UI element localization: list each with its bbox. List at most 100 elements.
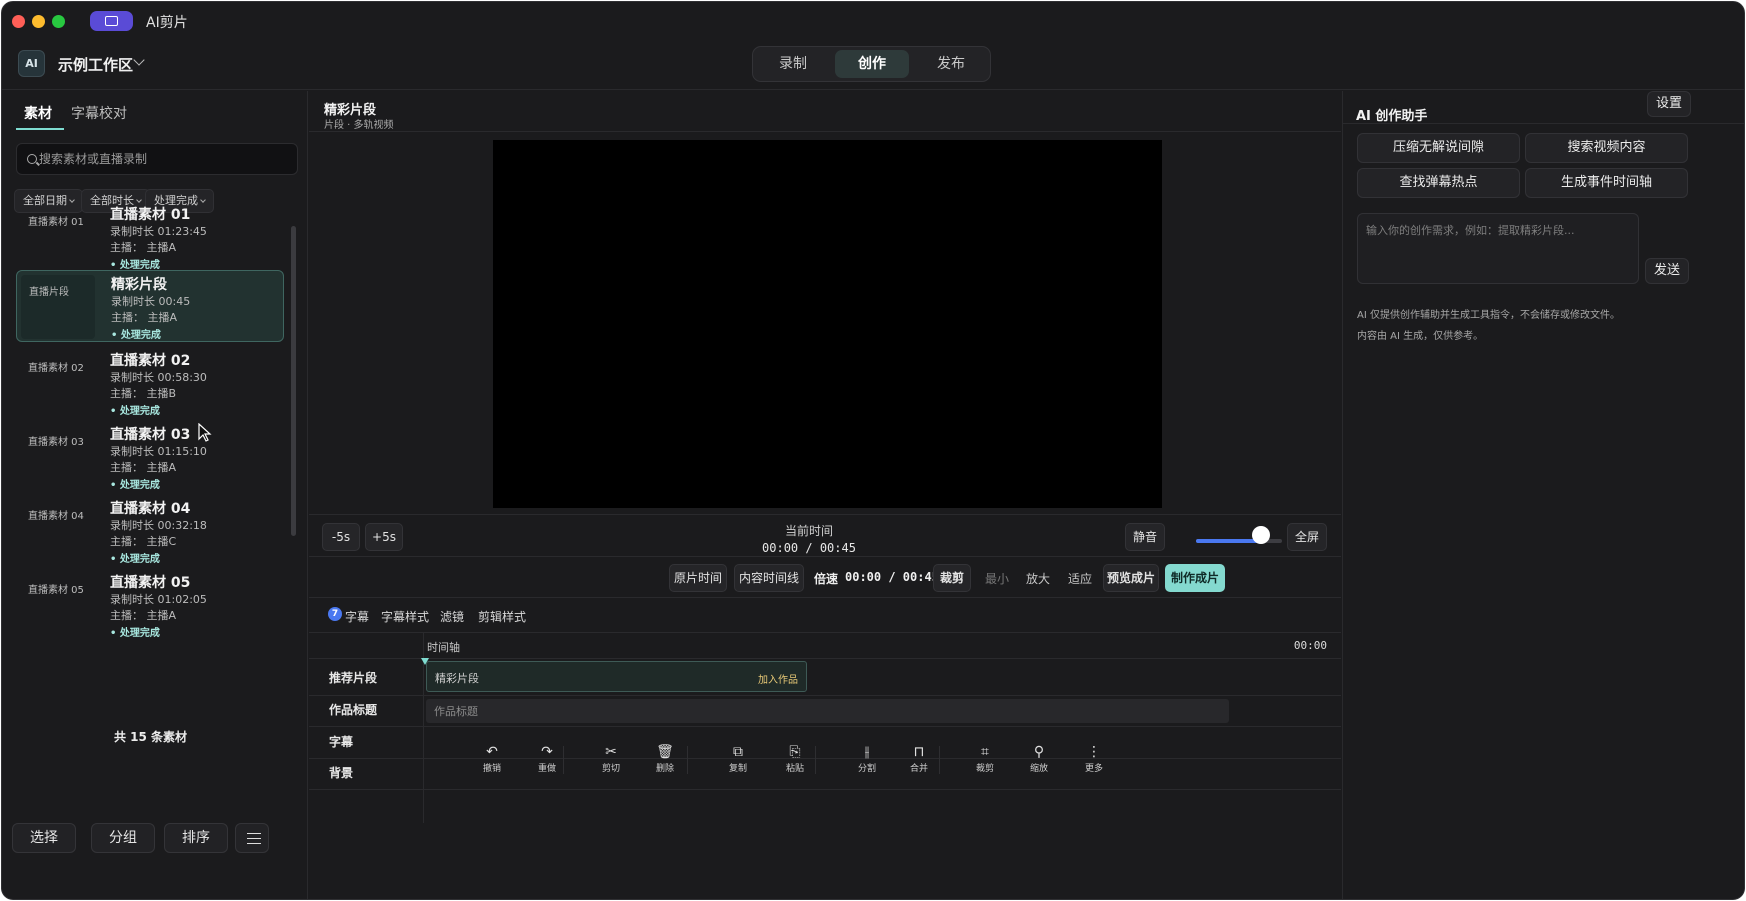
material-name: 精彩片段 — [111, 277, 167, 293]
tab-materials[interactable]: 素材 — [24, 103, 52, 123]
material-duration: 录制时长 00:45 — [111, 295, 191, 308]
tab-record[interactable]: 录制 — [756, 50, 830, 78]
material-duration: 录制时长 01:23:45 — [110, 225, 207, 238]
tab-publish[interactable]: 发布 — [914, 50, 988, 78]
fullscreen-button[interactable]: 全屏 — [1287, 523, 1327, 551]
sort-button[interactable]: 排序 — [164, 823, 228, 853]
material-item-selected[interactable]: 直播片段 精彩片段 录制时长 00:45 主播： 主播A • 处理完成 — [16, 270, 284, 342]
material-item[interactable]: 直播素材 04 直播素材 04 录制时长 00:32:18 主播： 主播C • … — [16, 495, 284, 567]
copy-button[interactable]: ⧉ 复制 — [718, 744, 758, 774]
ai-assistant-panel: AI 创作助手 设置 压缩无解说间隙 搜索视频内容 查找弹幕热点 生成事件时间轴… — [1342, 91, 1744, 899]
tool-label: 分割 — [857, 764, 876, 774]
workspace-avatar[interactable]: AI — [18, 50, 45, 77]
tool-separator — [687, 746, 688, 774]
delete-button[interactable]: 🗑 删除 — [645, 744, 685, 774]
list-icon — [247, 833, 261, 844]
assistant-title: AI 创作助手 — [1356, 109, 1428, 124]
material-item[interactable]: 直播素材 02 直播素材 02 录制时长 00:58:30 主播： 主播B • … — [16, 347, 284, 419]
zoom-in-button[interactable]: 放大 — [1026, 570, 1050, 587]
tool-label: 重做 — [537, 764, 556, 774]
divider — [309, 597, 1341, 598]
list-scrollbar[interactable] — [291, 226, 296, 536]
disclaimer-text: 内容由 AI 生成，仅供参考。 — [1357, 331, 1484, 342]
track-background: 背景 — [329, 766, 354, 780]
divider — [1343, 123, 1744, 124]
mouse-cursor-icon — [198, 423, 212, 442]
close-window-button[interactable] — [12, 15, 25, 28]
volume-slider[interactable] — [1196, 539, 1282, 543]
make-output-button[interactable]: 制作成片 — [1165, 564, 1225, 592]
material-host: 主播： 主播A — [110, 241, 177, 254]
send-button[interactable]: 发送 — [1645, 258, 1689, 284]
clip-subtitle: 片段 · 多轨视频 — [324, 120, 394, 131]
scale-button[interactable]: ⚲ 缩放 — [1019, 744, 1059, 774]
thumbnail-label: 直播素材 03 — [28, 437, 84, 448]
crop-button[interactable]: 裁剪 — [933, 564, 971, 592]
skip-forward-button[interactable]: +5s — [365, 523, 403, 551]
paste-icon: ⎘ — [789, 744, 801, 760]
skip-back-button[interactable]: -5s — [322, 523, 360, 551]
tool-label: 剪切 — [601, 764, 620, 774]
tab-create[interactable]: 创作 — [835, 50, 909, 78]
video-preview[interactable] — [493, 140, 1162, 508]
add-to-work-button[interactable]: 加入作品 — [758, 671, 798, 686]
divider — [309, 695, 1341, 696]
material-item[interactable]: 直播素材 05 直播素材 05 录制时长 01:02:05 主播： 主播A • … — [16, 569, 284, 641]
material-item[interactable]: 直播素材 03 直播素材 03 录制时长 01:15:10 主播： 主播A • … — [16, 421, 284, 493]
crop-icon: ⌗ — [981, 744, 989, 760]
undo-button[interactable]: ↶ 撤销 — [472, 744, 512, 774]
cut-button[interactable]: ✂ 剪切 — [591, 744, 631, 774]
event-timeline-button[interactable]: 生成事件时间轴 — [1525, 168, 1688, 198]
paste-button[interactable]: ⎘ 粘贴 — [775, 744, 815, 774]
original-time-button[interactable]: 原片时间 — [669, 564, 727, 592]
redo-button[interactable]: ↷ 重做 — [527, 744, 567, 774]
material-duration: 录制时长 01:02:05 — [110, 593, 207, 606]
scale-icon: ⚲ — [1033, 744, 1045, 760]
trash-icon: 🗑 — [656, 744, 674, 760]
search-video-button[interactable]: 搜索视频内容 — [1525, 133, 1688, 163]
material-panel: 素材 字幕校对 全部日期 全部时长 处理完成 直播素材 01 直播素材 01 录… — [2, 91, 308, 899]
chevron-down-icon[interactable] — [133, 54, 145, 66]
workspace-name[interactable]: 示例工作区 — [58, 54, 133, 75]
tool-label: 缩放 — [1029, 764, 1048, 774]
tab-subtitle-style[interactable]: 字幕样式 — [381, 608, 429, 625]
timeline-clip[interactable]: 精彩片段 加入作品 — [426, 661, 807, 692]
mute-button[interactable]: 静音 — [1125, 523, 1165, 551]
more-button[interactable]: ⋮ 更多 — [1074, 744, 1114, 774]
thumbnail-label: 直播素材 04 — [28, 511, 84, 522]
scissors-icon: ✂ — [605, 744, 617, 760]
tab-subtitle-proofing[interactable]: 字幕校对 — [71, 103, 127, 123]
material-host: 主播： 主播A — [110, 461, 177, 474]
tab-subtitles[interactable]: 字幕 — [345, 608, 369, 625]
speed-label[interactable]: 倍速 — [814, 570, 838, 587]
material-item[interactable]: 直播素材 01 直播素材 01 录制时长 01:23:45 主播： 主播A • … — [16, 201, 284, 273]
merge-button[interactable]: ⊓ 合并 — [899, 744, 939, 774]
content-timeline-button[interactable]: 内容时间线 — [734, 564, 804, 592]
redo-icon: ↷ — [541, 744, 553, 760]
material-name: 直播素材 04 — [110, 501, 191, 517]
list-view-button[interactable] — [235, 823, 269, 853]
thumbnail-label: 直播素材 01 — [28, 217, 84, 228]
zoom-min-button[interactable]: 最小 — [985, 570, 1009, 587]
tab-edit-style[interactable]: 剪辑样式 — [478, 608, 526, 625]
thumbnail-label: 直播素材 02 — [28, 363, 84, 374]
group-button[interactable]: 分组 — [91, 823, 155, 853]
compress-gaps-button[interactable]: 压缩无解说间隙 — [1357, 133, 1520, 163]
tab-filters[interactable]: 滤镜 — [440, 608, 464, 625]
preview-output-button[interactable]: 预览成片 — [1103, 564, 1159, 592]
minimize-window-button[interactable] — [32, 15, 45, 28]
select-button[interactable]: 选择 — [12, 823, 76, 853]
work-title-input[interactable] — [434, 699, 1134, 723]
divider — [309, 514, 1341, 515]
find-danmaku-button[interactable]: 查找弹幕热点 — [1357, 168, 1520, 198]
search-input[interactable] — [39, 144, 289, 174]
crop-tool-button[interactable]: ⌗ 裁剪 — [965, 744, 1005, 774]
split-button[interactable]: ⫲ 分割 — [847, 744, 887, 774]
settings-button[interactable]: 设置 — [1647, 91, 1691, 117]
copy-icon: ⧉ — [733, 744, 743, 760]
volume-slider-handle[interactable] — [1251, 526, 1270, 544]
fit-button[interactable]: 适应 — [1068, 570, 1092, 587]
prompt-input[interactable] — [1366, 222, 1630, 276]
zoom-window-button[interactable] — [52, 15, 65, 28]
material-duration: 录制时长 00:32:18 — [110, 519, 207, 532]
